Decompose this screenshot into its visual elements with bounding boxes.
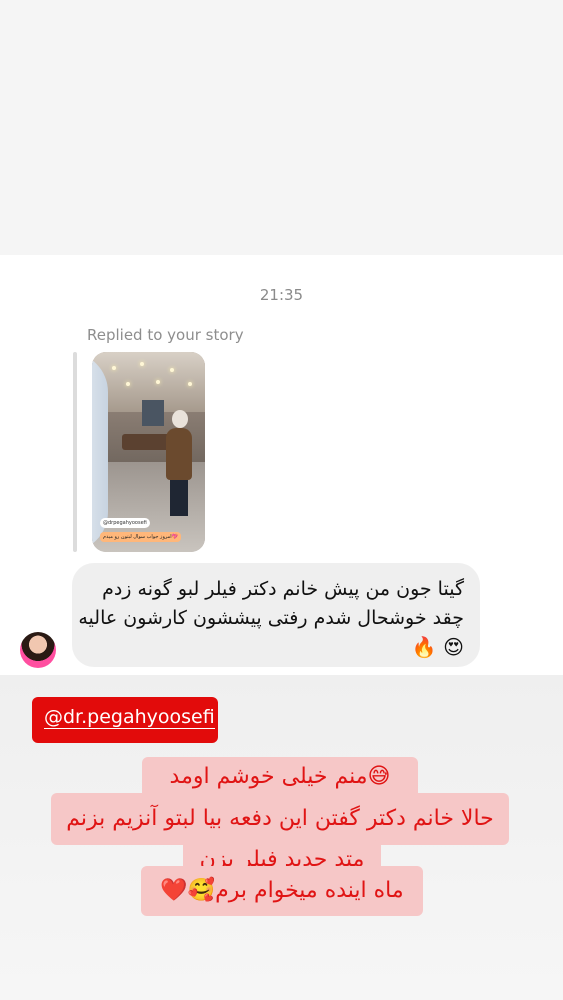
ceiling-light [170,368,174,372]
ceiling-light [140,362,144,366]
reply-indicator-bar [73,352,77,552]
thumb-sofa [122,434,172,450]
thumb-person-head [172,410,188,428]
message-line-2: چقد خوشحال شدم رفتی پیششون کارشون عالیه [78,607,464,629]
message-bubble: گیتا جون من پیش خانم دکتر فیلر لبو گونه … [72,563,480,667]
sender-avatar[interactable] [20,632,56,668]
story-preview-thumbnail[interactable]: @drpegahyoosefi امروز جواب سوال لبتون رو… [92,352,205,552]
mention-handle: @dr.pegahyoosefi [44,706,215,729]
ceiling-light [188,382,192,386]
message-timestamp: 21:35 [259,286,304,304]
ceiling-light [126,382,130,386]
thumb-person-body [166,428,192,480]
story-top-blank [0,0,563,255]
story-text-line-2: حالا خانم دکتر گفتن این دفعه بیا لبتو آن… [51,793,509,845]
thumb-caption-tag: امروز جواب سوال لبتون رو میدم💖 [100,532,181,542]
ceiling-light [156,380,160,384]
message-line-1: گیتا جون من پیش خانم دکتر فیلر لبو گونه … [102,578,464,600]
message-emoji-line: 😍 🔥 [88,633,464,663]
thumb-person-legs [170,478,188,516]
mention-sticker[interactable]: @dr.pegahyoosefi [32,697,218,743]
ceiling-light [112,366,116,370]
story-text-line-4: ماه اینده میخوام برم🥰❤️ [141,866,423,916]
thumb-handle-tag: @drpegahyoosefi [100,518,150,528]
replied-to-story-label: Replied to your story [87,326,244,344]
thumb-window [142,400,164,426]
emoji-reaction: 😍 🔥 [411,635,464,659]
